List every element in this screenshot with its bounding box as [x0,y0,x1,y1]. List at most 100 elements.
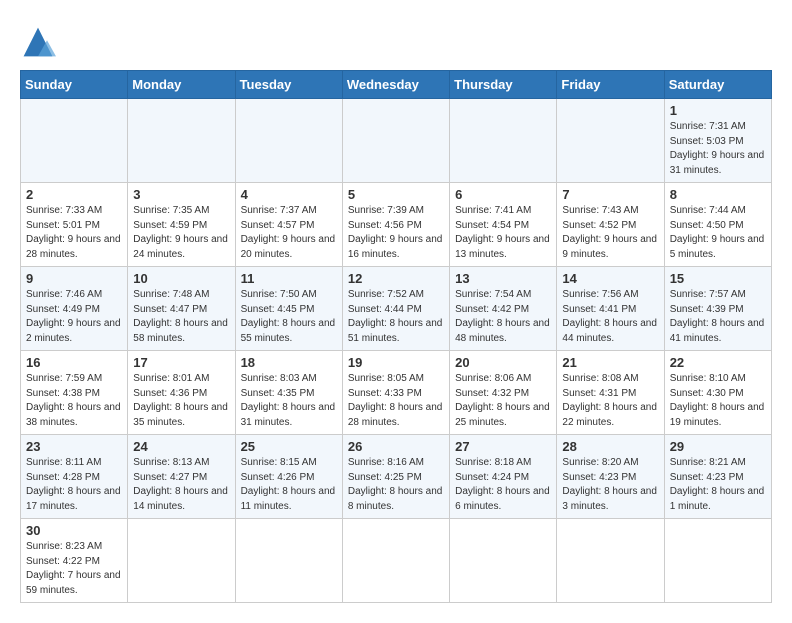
day-number: 17 [133,355,229,370]
calendar-day-cell: 19 Sunrise: 8:05 AM Sunset: 4:33 PM Dayli… [342,351,449,435]
calendar-day-cell: 17Sunrise: 8:01 AM Sunset: 4:36 PM Dayli… [128,351,235,435]
calendar-day-cell: 20 Sunrise: 8:06 AM Sunset: 4:32 PM Dayli… [450,351,557,435]
day-info: Sunrise: 7:31 AM Sunset: 5:03 PM Dayligh… [670,120,766,178]
calendar-week-row: 2Sunrise: 7:33 AM Sunset: 5:01 PM Daylig… [21,183,772,267]
calendar-day-cell: 1 Sunrise: 7:31 AM Sunset: 5:03 PM Daylig… [664,99,771,183]
calendar-week-row: 1 Sunrise: 7:31 AM Sunset: 5:03 PM Daylig… [21,99,772,183]
calendar-day-cell: 15 Sunrise: 7:57 AM Sunset: 4:39 PM Dayli… [664,267,771,351]
day-number: 23 [26,439,122,454]
weekday-header-friday: Friday [557,71,664,99]
calendar-day-cell: 29Sunrise: 8:21 AM Sunset: 4:23 PM Dayli… [664,435,771,519]
calendar-day-cell: 25 Sunrise: 8:15 AM Sunset: 4:26 PM Dayli… [235,435,342,519]
calendar-day-cell [342,99,449,183]
day-number: 13 [455,271,551,286]
calendar-week-row: 16Sunrise: 7:59 AM Sunset: 4:38 PM Dayli… [21,351,772,435]
day-number: 12 [348,271,444,286]
day-info: Sunrise: 7:52 AM Sunset: 4:44 PM Dayligh… [348,288,444,346]
day-number: 8 [670,187,766,202]
weekday-header-monday: Monday [128,71,235,99]
day-info: Sunrise: 8:13 AM Sunset: 4:27 PM Dayligh… [133,456,229,514]
day-number: 22 [670,355,766,370]
calendar-day-cell: 4 Sunrise: 7:37 AM Sunset: 4:57 PM Daylig… [235,183,342,267]
day-info: Sunrise: 7:33 AM Sunset: 5:01 PM Dayligh… [26,204,122,262]
calendar-day-cell: 9Sunrise: 7:46 AM Sunset: 4:49 PM Daylig… [21,267,128,351]
calendar-week-row: 9Sunrise: 7:46 AM Sunset: 4:49 PM Daylig… [21,267,772,351]
calendar-day-cell: 24 Sunrise: 8:13 AM Sunset: 4:27 PM Dayli… [128,435,235,519]
day-info: Sunrise: 7:57 AM Sunset: 4:39 PM Dayligh… [670,288,766,346]
calendar-day-cell [21,99,128,183]
day-info: Sunrise: 8:03 AM Sunset: 4:35 PM Dayligh… [241,372,337,430]
calendar-day-cell: 13Sunrise: 7:54 AM Sunset: 4:42 PM Dayli… [450,267,557,351]
page: SundayMondayTuesdayWednesdayThursdayFrid… [0,0,792,623]
day-number: 1 [670,103,766,118]
day-info: Sunrise: 8:15 AM Sunset: 4:26 PM Dayligh… [241,456,337,514]
calendar-day-cell: 23 Sunrise: 8:11 AM Sunset: 4:28 PM Dayli… [21,435,128,519]
calendar-day-cell: 5Sunrise: 7:39 AM Sunset: 4:56 PM Daylig… [342,183,449,267]
day-info: Sunrise: 8:11 AM Sunset: 4:28 PM Dayligh… [26,456,122,514]
calendar-table: SundayMondayTuesdayWednesdayThursdayFrid… [20,70,772,603]
calendar-day-cell: 26Sunrise: 8:16 AM Sunset: 4:25 PM Dayli… [342,435,449,519]
day-number: 3 [133,187,229,202]
calendar-day-cell [342,519,449,603]
day-info: Sunrise: 7:44 AM Sunset: 4:50 PM Dayligh… [670,204,766,262]
logo [20,24,62,60]
calendar-day-cell: 27 Sunrise: 8:18 AM Sunset: 4:24 PM Dayli… [450,435,557,519]
day-info: Sunrise: 8:18 AM Sunset: 4:24 PM Dayligh… [455,456,551,514]
day-number: 19 [348,355,444,370]
day-info: Sunrise: 7:35 AM Sunset: 4:59 PM Dayligh… [133,204,229,262]
weekday-header-row: SundayMondayTuesdayWednesdayThursdayFrid… [21,71,772,99]
day-number: 26 [348,439,444,454]
calendar-day-cell [235,519,342,603]
day-number: 16 [26,355,122,370]
weekday-header-sunday: Sunday [21,71,128,99]
calendar-day-cell: 12 Sunrise: 7:52 AM Sunset: 4:44 PM Dayli… [342,267,449,351]
calendar-day-cell [128,519,235,603]
day-info: Sunrise: 7:48 AM Sunset: 4:47 PM Dayligh… [133,288,229,346]
calendar-day-cell: 11 Sunrise: 7:50 AM Sunset: 4:45 PM Dayli… [235,267,342,351]
weekday-header-saturday: Saturday [664,71,771,99]
calendar-day-cell: 3 Sunrise: 7:35 AM Sunset: 4:59 PM Daylig… [128,183,235,267]
calendar-day-cell [557,99,664,183]
calendar-day-cell [450,99,557,183]
calendar-day-cell [235,99,342,183]
day-number: 5 [348,187,444,202]
day-number: 15 [670,271,766,286]
calendar-day-cell: 18Sunrise: 8:03 AM Sunset: 4:35 PM Dayli… [235,351,342,435]
day-number: 20 [455,355,551,370]
calendar-day-cell: 2Sunrise: 7:33 AM Sunset: 5:01 PM Daylig… [21,183,128,267]
day-info: Sunrise: 8:23 AM Sunset: 4:22 PM Dayligh… [26,540,122,598]
day-info: Sunrise: 8:08 AM Sunset: 4:31 PM Dayligh… [562,372,658,430]
calendar-week-row: 23 Sunrise: 8:11 AM Sunset: 4:28 PM Dayli… [21,435,772,519]
day-info: Sunrise: 7:46 AM Sunset: 4:49 PM Dayligh… [26,288,122,346]
calendar-day-cell: 14 Sunrise: 7:56 AM Sunset: 4:41 PM Dayli… [557,267,664,351]
day-number: 30 [26,523,122,538]
day-number: 10 [133,271,229,286]
day-number: 24 [133,439,229,454]
day-number: 11 [241,271,337,286]
calendar-day-cell: 16Sunrise: 7:59 AM Sunset: 4:38 PM Dayli… [21,351,128,435]
calendar-day-cell [450,519,557,603]
day-number: 28 [562,439,658,454]
day-number: 21 [562,355,658,370]
calendar-day-cell: 8 Sunrise: 7:44 AM Sunset: 4:50 PM Daylig… [664,183,771,267]
day-number: 27 [455,439,551,454]
day-info: Sunrise: 7:56 AM Sunset: 4:41 PM Dayligh… [562,288,658,346]
calendar-day-cell [128,99,235,183]
calendar-day-cell: 30 Sunrise: 8:23 AM Sunset: 4:22 PM Dayli… [21,519,128,603]
day-number: 29 [670,439,766,454]
day-info: Sunrise: 8:05 AM Sunset: 4:33 PM Dayligh… [348,372,444,430]
generalblue-logo-icon [20,24,56,60]
day-number: 7 [562,187,658,202]
day-info: Sunrise: 7:37 AM Sunset: 4:57 PM Dayligh… [241,204,337,262]
calendar-day-cell: 22 Sunrise: 8:10 AM Sunset: 4:30 PM Dayli… [664,351,771,435]
calendar-day-cell [664,519,771,603]
day-info: Sunrise: 7:43 AM Sunset: 4:52 PM Dayligh… [562,204,658,262]
day-number: 25 [241,439,337,454]
day-info: Sunrise: 8:06 AM Sunset: 4:32 PM Dayligh… [455,372,551,430]
day-number: 4 [241,187,337,202]
calendar-day-cell: 21 Sunrise: 8:08 AM Sunset: 4:31 PM Dayli… [557,351,664,435]
day-info: Sunrise: 8:10 AM Sunset: 4:30 PM Dayligh… [670,372,766,430]
day-number: 14 [562,271,658,286]
day-info: Sunrise: 7:50 AM Sunset: 4:45 PM Dayligh… [241,288,337,346]
calendar-day-cell: 28Sunrise: 8:20 AM Sunset: 4:23 PM Dayli… [557,435,664,519]
